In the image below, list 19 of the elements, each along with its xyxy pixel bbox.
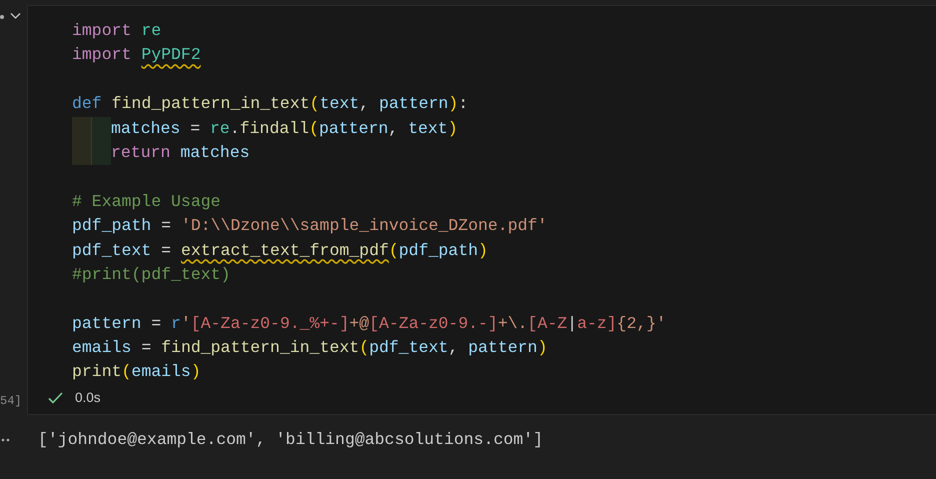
chevron-icon[interactable] [10,12,21,20]
code-line: return matches [111,142,250,164]
indent-guide [72,116,111,141]
code-line: matches = re.findall(pattern, text) [111,118,458,140]
code-line: pdf_text = extract_text_from_pdf(pdf_path) [72,240,488,262]
code-line: def find_pattern_in_text(text, pattern): [72,93,468,116]
code-line: import re [72,20,162,42]
code-line: import PyPDF2 [72,44,201,66]
code-line: #print(pdf_text) [72,264,230,286]
indent-guide [72,140,111,166]
code-line: pattern = r'[A-Za-z0-9._%+-]+@[A-Za-z0-9.-]+\.[A-Z|a-z]{2,}' [72,312,666,335]
cell-output: ['johndoe@example.com', 'billing@abcsolutions.com'] [38,428,543,451]
code-line: # Example Usage [72,190,221,213]
execution-time: 0.0s [75,389,101,408]
code-line: print(emails) [72,361,201,384]
code-cell[interactable] [27,5,936,415]
code-line: pdf_path = 'D:\\Dzone\\sample_invoice_DZone.pdf' [72,215,548,238]
execution-count: 54] [0,393,22,410]
code-line: emails = find_pattern_in_text(pdf_text, pattern) [72,337,548,360]
